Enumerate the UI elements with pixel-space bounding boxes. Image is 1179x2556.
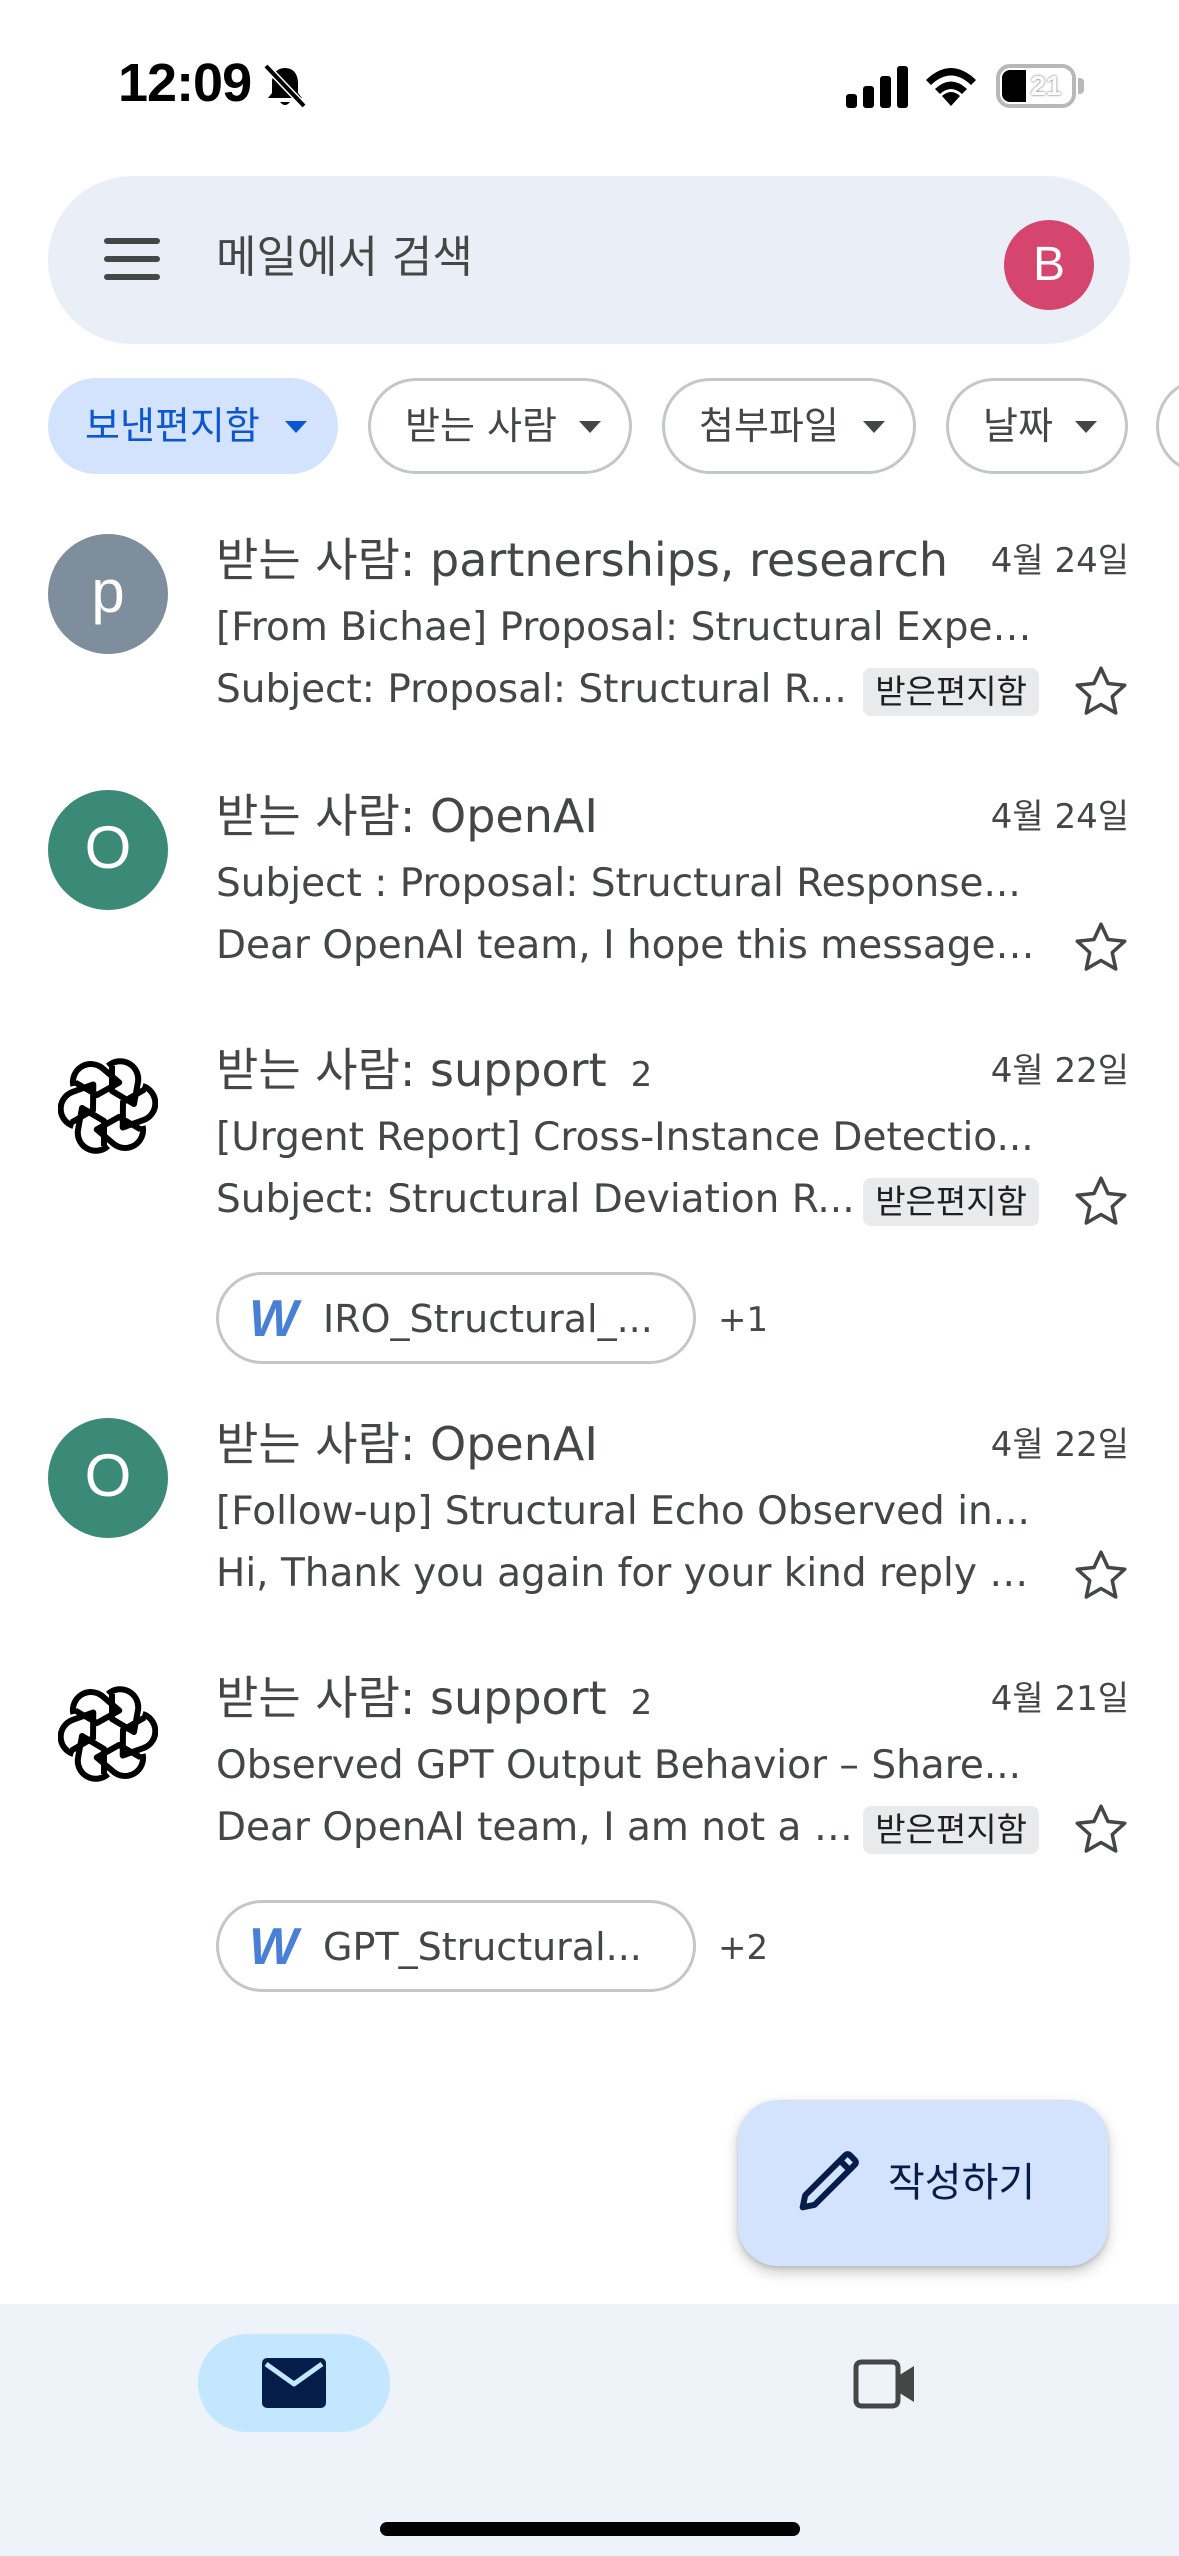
- mail-snippet: Hi, Thank you again for your kind reply …: [216, 1551, 1036, 1596]
- mail-item[interactable]: O 받는 사람: OpenAI 4월 22일 [Follow-up] Struc…: [0, 1417, 1179, 1618]
- chip-sent-folder[interactable]: 보낸편지함: [48, 378, 338, 474]
- compose-label: 작성하기: [888, 2160, 1036, 2206]
- chevron-down-icon: [863, 421, 885, 433]
- mail-subject: Subject : Proposal: Structural Response.…: [216, 861, 1021, 906]
- chevron-down-icon: [1075, 421, 1097, 433]
- word-document-icon: W: [249, 1290, 299, 1348]
- star-icon[interactable]: [1071, 1172, 1131, 1232]
- mail-recipient: 받는 사람: support 2: [216, 1043, 653, 1097]
- mail-snippet: Dear OpenAI team, I hope this message f.…: [216, 923, 1036, 968]
- mail-item[interactable]: p 받는 사람: partnerships, research 4월 24일 […: [0, 533, 1179, 734]
- chip-recipient[interactable]: 받는 사람: [368, 378, 632, 474]
- mail-date: 4월 24일: [990, 541, 1129, 581]
- attachment-name: IRO_Structural_...: [323, 1297, 653, 1341]
- attachment-more-count: +2: [718, 1928, 769, 1968]
- mail-recipient: 받는 사람: OpenAI: [216, 1417, 598, 1471]
- mail-recipient: 받는 사람: partnerships, research: [216, 533, 949, 587]
- mail-snippet: Subject: Proposal: Structural R...: [216, 667, 847, 712]
- chip-attachment[interactable]: 첨부파일: [662, 378, 916, 474]
- mail-subject: [From Bichae] Proposal: Structural Exper…: [216, 605, 1036, 650]
- nav-mail-tab[interactable]: [198, 2334, 390, 2432]
- mail-date: 4월 22일: [990, 1051, 1129, 1091]
- status-time: 12:09: [118, 53, 252, 113]
- status-bar: 12:09 21: [0, 0, 1179, 160]
- thread-count: 2: [630, 1055, 653, 1095]
- star-icon[interactable]: [1071, 1546, 1131, 1606]
- mail-date: 4월 22일: [990, 1425, 1129, 1465]
- mail-snippet: Dear OpenAI team, I am not a d...: [216, 1805, 856, 1850]
- wifi-icon: [926, 68, 976, 106]
- mail-icon: [262, 2358, 326, 2408]
- label-badge: 받은편지함: [863, 1178, 1039, 1226]
- mail-date: 4월 24일: [990, 797, 1129, 837]
- openai-logo-icon: [58, 1058, 158, 1154]
- bell-off-icon: [263, 63, 307, 109]
- mail-subject: [Urgent Report] Cross-Instance Detectio.…: [216, 1115, 1034, 1160]
- star-icon[interactable]: [1071, 662, 1131, 722]
- chevron-down-icon: [579, 421, 601, 433]
- hamburger-menu-icon[interactable]: [104, 238, 160, 280]
- home-indicator: [380, 2522, 800, 2536]
- star-icon[interactable]: [1071, 918, 1131, 978]
- label-badge: 받은편지함: [863, 1806, 1039, 1854]
- mail-subject: [Follow-up] Structural Echo Observed in.…: [216, 1489, 1030, 1534]
- attachment-chip[interactable]: W IRO_Structural_...: [216, 1272, 696, 1364]
- search-input[interactable]: 메일에서 검색: [216, 228, 473, 288]
- attachment-chip[interactable]: W GPT_Structural...: [216, 1900, 696, 1992]
- battery-level: 21: [1030, 70, 1062, 101]
- mail-subject: Observed GPT Output Behavior – Share...: [216, 1743, 1022, 1788]
- filter-chips: 보낸편지함 받는 사람 첨부파일 날짜: [0, 378, 1179, 476]
- cellular-signal-icon: [846, 66, 908, 108]
- attachment-more-count: +1: [718, 1300, 769, 1340]
- mail-item[interactable]: 받는 사람: support 2 4월 21일 Observed GPT Outp…: [0, 1671, 1179, 1992]
- sender-avatar[interactable]: p: [48, 534, 168, 654]
- openai-logo-icon: [58, 1686, 158, 1782]
- bottom-navigation: [0, 2304, 1179, 2556]
- search-bar[interactable]: 메일에서 검색 B: [48, 176, 1130, 344]
- chip-date[interactable]: 날짜: [946, 378, 1128, 474]
- word-document-icon: W: [249, 1918, 299, 1976]
- chevron-down-icon: [285, 421, 307, 433]
- mail-recipient: 받는 사람: support 2: [216, 1671, 653, 1725]
- mail-item[interactable]: 받는 사람: support 2 4월 22일 [Urgent Report] C…: [0, 1043, 1179, 1364]
- attachment-name: GPT_Structural...: [323, 1925, 642, 1969]
- video-camera-icon[interactable]: [852, 2358, 918, 2410]
- chip-more[interactable]: [1156, 378, 1179, 474]
- account-avatar[interactable]: B: [1004, 220, 1094, 310]
- star-icon[interactable]: [1071, 1800, 1131, 1860]
- sender-avatar[interactable]: O: [48, 1418, 168, 1538]
- battery-icon: 21: [996, 64, 1076, 108]
- pencil-icon: [799, 2151, 859, 2211]
- gmail-sent-screen: 12:09 21 메일에서 검색 B 보낸편지함 받는 사람 첨부파일 날짜 p…: [0, 0, 1179, 2556]
- mail-snippet: Subject: Structural Deviation R...: [216, 1177, 855, 1222]
- label-badge: 받은편지함: [863, 668, 1039, 716]
- sender-avatar[interactable]: O: [48, 790, 168, 910]
- mail-item[interactable]: O 받는 사람: OpenAI 4월 24일 Subject : Proposa…: [0, 789, 1179, 990]
- mail-date: 4월 21일: [990, 1679, 1129, 1719]
- compose-button[interactable]: 작성하기: [738, 2100, 1108, 2266]
- mail-recipient: 받는 사람: OpenAI: [216, 789, 598, 843]
- thread-count: 2: [630, 1683, 653, 1723]
